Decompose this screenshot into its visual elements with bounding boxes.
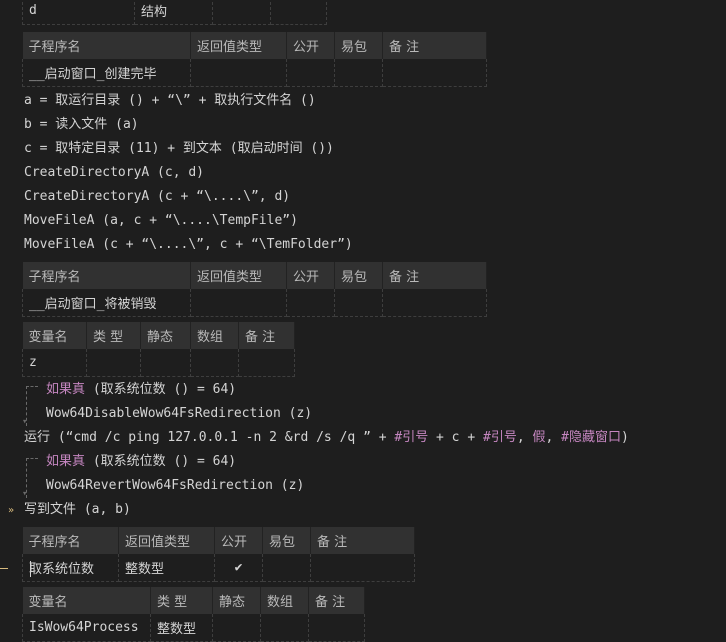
run-line[interactable]: 运行 (“cmd /c ping 127.0.0.1 -n 2 &rd /s /… bbox=[24, 426, 629, 450]
const-hide-window: #隐藏窗口 bbox=[561, 430, 621, 445]
header-var-name: 变量名 bbox=[22, 587, 151, 614]
static-cell[interactable] bbox=[140, 349, 191, 377]
header-static: 静态 bbox=[140, 322, 191, 349]
header-remark: 备 注 bbox=[310, 527, 415, 554]
remark-cell[interactable] bbox=[238, 349, 295, 377]
code-line[interactable]: Wow64DisableWow64FsRedirection (z) bbox=[46, 402, 312, 426]
empty-cell[interactable] bbox=[212, 0, 271, 25]
code-line[interactable]: a = 取运行目录 () + “\” + 取执行文件名 () bbox=[24, 89, 316, 113]
header-array: 数组 bbox=[260, 587, 309, 614]
comma: , bbox=[516, 430, 533, 445]
sub-name-cell[interactable]: __启动窗口_创建完毕 bbox=[22, 59, 191, 87]
subroutine-table-2: 子程序名 返回值类型 公开 易包 备 注 __启动窗口_将被销毁 bbox=[22, 262, 487, 317]
code-line[interactable]: CreateDirectoryA (c, d) bbox=[24, 161, 204, 185]
header-sub-name: 子程序名 bbox=[22, 527, 119, 554]
header-sub-name: 子程序名 bbox=[22, 262, 191, 289]
remark-cell[interactable] bbox=[308, 614, 365, 642]
var-name-cell[interactable]: d bbox=[22, 0, 135, 25]
var-name-cell[interactable]: z bbox=[22, 349, 87, 377]
code-line[interactable]: b = 读入文件 (a) bbox=[24, 113, 139, 137]
if-condition: (取系统位数 () = 64) bbox=[85, 454, 237, 469]
if-line[interactable]: 如果真 (取系统位数 () = 64) bbox=[46, 378, 236, 402]
header-remark: 备 注 bbox=[308, 587, 365, 614]
sub-name-cell[interactable]: 取系统位数 bbox=[22, 554, 119, 582]
variable-table-2: 变量名 类 型 静态 数组 备 注 z bbox=[22, 322, 295, 377]
close-paren: ) bbox=[620, 430, 629, 445]
text-cursor bbox=[30, 561, 31, 577]
var-type-cell[interactable]: 结构 bbox=[134, 0, 213, 25]
line-marker bbox=[0, 568, 8, 569]
remark-cell[interactable] bbox=[382, 289, 487, 317]
if-keyword: 如果真 bbox=[46, 382, 86, 397]
flow-guide-corner bbox=[26, 458, 38, 459]
const-quote: #引号 bbox=[483, 430, 517, 445]
header-return-type: 返回值类型 bbox=[190, 262, 287, 289]
var-type-cell[interactable] bbox=[86, 349, 141, 377]
current-line-arrow-icon: » bbox=[8, 505, 15, 516]
return-type-cell[interactable] bbox=[190, 59, 287, 87]
header-remark: 备 注 bbox=[238, 322, 295, 349]
epkg-cell[interactable] bbox=[262, 554, 311, 582]
public-check-icon[interactable]: ✔ bbox=[214, 554, 263, 582]
const-quote: #引号 bbox=[394, 430, 429, 445]
subroutine-table-3: 子程序名 返回值类型 公开 易包 备 注 取系统位数 整数型 ✔ bbox=[22, 527, 415, 582]
static-cell[interactable] bbox=[212, 614, 261, 642]
array-cell[interactable] bbox=[260, 614, 309, 642]
run-arg: + c + bbox=[428, 430, 483, 445]
top-struct-table: d 结构 bbox=[22, 0, 327, 25]
array-cell[interactable] bbox=[190, 349, 239, 377]
if-line[interactable]: 如果真 (取系统位数 () = 64) bbox=[46, 450, 236, 474]
header-array: 数组 bbox=[190, 322, 239, 349]
code-line[interactable]: c = 取特定目录 (11) + 到文本 (取启动时间 ()) bbox=[24, 137, 334, 161]
comma: , bbox=[545, 430, 562, 445]
subroutine-table-1: 子程序名 返回值类型 公开 易包 备 注 __启动窗口_创建完毕 bbox=[22, 32, 487, 87]
header-remark: 备 注 bbox=[382, 262, 487, 289]
code-line[interactable]: 写到文件 (a, b) bbox=[24, 498, 131, 522]
var-type-cell[interactable]: 整数型 bbox=[150, 614, 213, 642]
epkg-cell[interactable] bbox=[334, 59, 383, 87]
header-public: 公开 bbox=[286, 32, 335, 59]
sub-name-cell[interactable]: __启动窗口_将被销毁 bbox=[22, 289, 191, 317]
header-var-name: 变量名 bbox=[22, 322, 87, 349]
public-cell[interactable] bbox=[286, 59, 335, 87]
header-var-type: 类 型 bbox=[86, 322, 141, 349]
return-type-cell[interactable]: 整数型 bbox=[118, 554, 215, 582]
header-remark: 备 注 bbox=[382, 32, 487, 59]
return-type-cell[interactable] bbox=[190, 289, 287, 317]
flow-guide-corner bbox=[26, 386, 38, 387]
header-return-type: 返回值类型 bbox=[118, 527, 215, 554]
header-sub-name: 子程序名 bbox=[22, 32, 191, 59]
const-false: 假 bbox=[532, 430, 546, 445]
header-public: 公开 bbox=[214, 527, 263, 554]
remark-cell[interactable] bbox=[382, 59, 487, 87]
code-line[interactable]: MoveFileA (a, c + “\....\TempFile”) bbox=[24, 209, 298, 233]
remark-cell[interactable] bbox=[310, 554, 415, 582]
if-keyword: 如果真 bbox=[46, 454, 86, 469]
var-name-cell[interactable]: IsWow64Process bbox=[22, 614, 151, 642]
empty-cell[interactable] bbox=[270, 0, 327, 25]
header-epkg: 易包 bbox=[262, 527, 311, 554]
variable-table-3: 变量名 类 型 静态 数组 备 注 IsWow64Process 整数型 bbox=[22, 587, 365, 642]
public-cell[interactable] bbox=[286, 289, 335, 317]
epkg-cell[interactable] bbox=[334, 289, 383, 317]
code-line[interactable]: CreateDirectoryA (c + “\....\”, d) bbox=[24, 185, 290, 209]
header-return-type: 返回值类型 bbox=[190, 32, 287, 59]
header-var-type: 类 型 bbox=[150, 587, 213, 614]
header-epkg: 易包 bbox=[334, 262, 383, 289]
header-public: 公开 bbox=[286, 262, 335, 289]
header-epkg: 易包 bbox=[334, 32, 383, 59]
header-static: 静态 bbox=[212, 587, 261, 614]
if-condition: (取系统位数 () = 64) bbox=[85, 382, 237, 397]
run-call: 运行 (“cmd /c ping 127.0.0.1 -n 2 &rd /s /… bbox=[24, 430, 395, 445]
code-line[interactable]: Wow64RevertWow64FsRedirection (z) bbox=[46, 474, 304, 498]
code-line[interactable]: MoveFileA (c + “\....\”, c + “\TemFolder… bbox=[24, 233, 353, 257]
